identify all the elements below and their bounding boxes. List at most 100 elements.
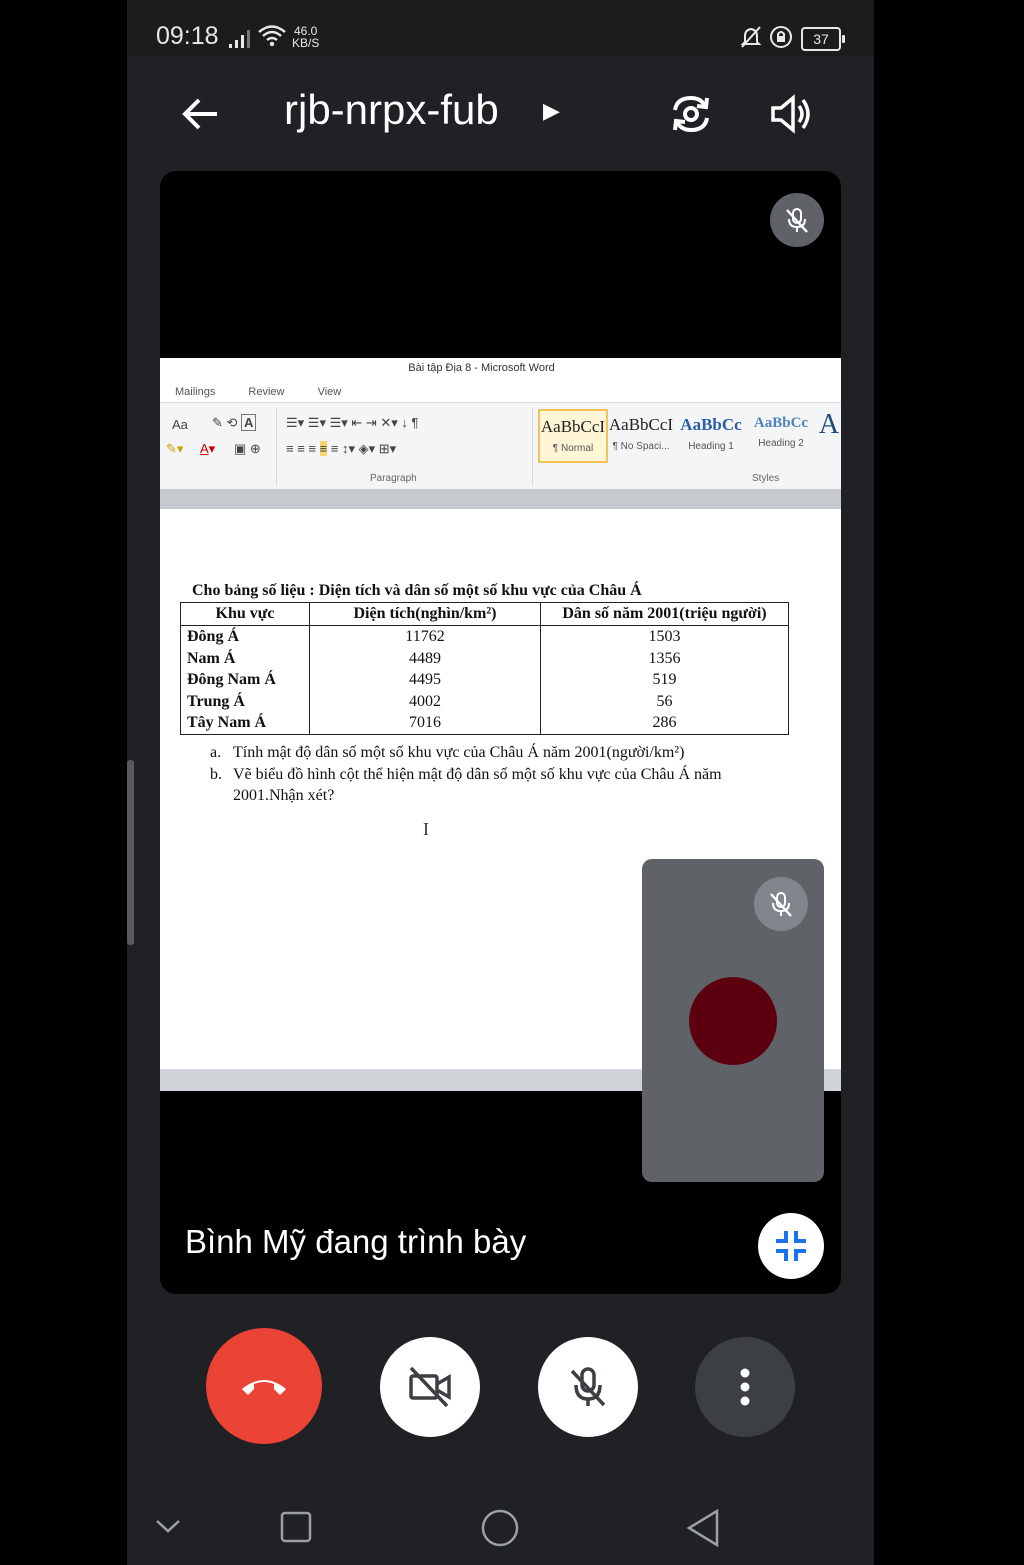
question-b-text-line1: Vẽ biểu đồ hình cột thể hiện mật độ dân … (233, 766, 722, 783)
char-shading-icon[interactable]: ▣ ⊕ (234, 441, 261, 457)
style-sample: AaBbCc (753, 415, 809, 431)
table-cell-population: 1356 (540, 647, 789, 669)
question-b: b. Vẽ biểu đồ hình cột thể hiện mật độ dâ… (210, 766, 722, 784)
tab-review[interactable]: Review (248, 386, 284, 398)
bullets-icon[interactable]: ☰▾ ☰▾ ☰▾ ⇤ ⇥ ✕▾ ↓ ¶ (286, 415, 419, 431)
microphone-toggle-button[interactable] (538, 1337, 638, 1437)
table-cell-region: Đông Nam Á (180, 669, 310, 691)
question-a-label: a. (210, 744, 222, 761)
change-case-button[interactable]: Aa (172, 417, 188, 432)
recents-icon[interactable] (280, 1511, 312, 1547)
home-icon[interactable] (480, 1508, 520, 1552)
clear-format-icon[interactable]: ✎ ⟲ A (212, 414, 257, 431)
table-row: Nam Á 4489 1356 (180, 647, 789, 669)
switch-camera-icon[interactable] (667, 90, 715, 142)
style-sample: A (818, 409, 840, 440)
question-a-text: Tính mật độ dân số một số khu vực của Ch… (233, 744, 685, 761)
table-cell-population: 56 (540, 690, 789, 712)
signal-icon (228, 30, 252, 52)
style-heading-1[interactable]: AaBbCc Heading 1 (678, 409, 744, 459)
status-time: 09:18 (156, 22, 219, 50)
highlight-icon[interactable]: ✎▾ (166, 441, 183, 457)
phone-screen: 09:18 46.0 KB/S 37 rjb-nrpx-fub ▶ Bài tậ… (127, 0, 874, 1565)
hang-up-button[interactable] (206, 1328, 322, 1444)
word-window-title: Bài tập Địa 8 - Microsoft Word (408, 362, 555, 374)
system-nav-bar (127, 1490, 874, 1565)
tab-mailings[interactable]: Mailings (175, 386, 215, 398)
style-no-spacing[interactable]: AaBbCcI ¶ No Spaci... (608, 409, 674, 459)
group-styles-label: Styles (752, 473, 780, 484)
status-bar: 09:18 46.0 KB/S 37 (127, 0, 874, 56)
avatar (689, 977, 777, 1065)
question-b-text-line2: 2001.Nhận xét? (233, 787, 335, 804)
battery-indicator: 37 (801, 27, 845, 51)
table-cell-region: Nam Á (180, 647, 310, 669)
presenter-label: Bình Mỹ đang trình bày (185, 1223, 527, 1260)
table-row: Trung Á 4002 56 (180, 690, 789, 712)
self-mic-off-badge (754, 877, 808, 931)
rotation-lock-icon (769, 25, 793, 53)
table-header-cell: Diện tích(nghìn/km²) (309, 602, 541, 626)
document-heading: Cho bảng số liệu : Diện tích và dân số m… (192, 582, 642, 599)
table-cell-area: 11762 (309, 625, 541, 648)
edge-panel-handle[interactable] (127, 760, 134, 945)
table-cell-population: 286 (540, 712, 789, 735)
mic-off-icon (786, 208, 808, 233)
table-cell-region: Đông Á (180, 625, 310, 648)
meeting-code[interactable]: rjb-nrpx-fub (284, 86, 499, 134)
exit-fullscreen-button[interactable] (758, 1213, 824, 1279)
style-name: ¶ No Spaci... (612, 441, 670, 452)
table-header-cell: Khu vực (180, 602, 310, 626)
style-name: Heading 1 (688, 441, 734, 452)
ruler-area (160, 489, 841, 509)
table-header-cell: Dân số năm 2001(triệu người) (540, 602, 789, 626)
net-speed: 46.0 KB/S (292, 25, 319, 49)
caret-right-icon[interactable]: ▶ (543, 99, 560, 124)
back-arrow-icon[interactable] (179, 92, 223, 136)
align-icons[interactable]: ≡ ≡ ≡ ≡ ≡ ↕▾ ◈▾ ⊞▾ (286, 441, 396, 457)
table-cell-population: 1503 (540, 625, 789, 648)
self-view-tile[interactable] (642, 859, 824, 1182)
data-table: Khu vực Diện tích(nghìn/km²) Dân số năm … (180, 602, 789, 735)
word-ribbon: Aa ✎ ⟲ A ✎▾ A▾ ▣ ⊕ ☰▾ ☰▾ ☰▾ ⇤ ⇥ ✕▾ ↓ ¶ ≡… (160, 402, 841, 490)
style-sample: AaBbCcI (608, 415, 674, 434)
bell-off-icon (739, 25, 763, 53)
table-cell-area: 4002 (309, 690, 541, 712)
ribbon-separator (276, 409, 277, 485)
group-paragraph-label: Paragraph (370, 473, 417, 484)
word-ribbon-tabs: Mailings Review View (175, 386, 371, 398)
table-cell-area: 7016 (309, 712, 541, 735)
collapse-icon (776, 1231, 806, 1261)
table-row: Đông Á 11762 1503 (180, 625, 789, 648)
question-a: a. Tính mật độ dân số một số khu vực của … (210, 744, 684, 762)
camera-toggle-button[interactable] (380, 1337, 480, 1437)
phone-hangup-icon (242, 1380, 286, 1395)
table-cell-region: Trung Á (180, 690, 310, 712)
meeting-top-bar: rjb-nrpx-fub ▶ (127, 56, 874, 166)
font-color-icon[interactable]: A▾ (200, 441, 215, 457)
chevron-down-icon[interactable] (155, 1518, 181, 1538)
table-cell-population: 519 (540, 669, 789, 691)
wifi-icon (257, 24, 287, 52)
more-options-button[interactable] (695, 1337, 795, 1437)
tab-view[interactable]: View (318, 386, 342, 398)
text-cursor-icon: I (423, 819, 429, 839)
table-row: Đông Nam Á 4495 519 (180, 669, 789, 691)
question-b-label: b. (210, 766, 222, 783)
net-speed-unit: KB/S (292, 36, 320, 50)
back-triangle-icon[interactable] (685, 1508, 721, 1552)
style-sample: AaBbCcI (540, 417, 606, 436)
style-normal[interactable]: AaBbCcI ¶ Normal (538, 409, 608, 463)
style-title[interactable]: A (814, 409, 841, 459)
table-row: Tây Nam Á 7016 286 (180, 712, 789, 735)
speaker-icon[interactable] (769, 92, 813, 140)
style-heading-2[interactable]: AaBbCc Heading 2 (748, 409, 814, 459)
style-sample: AaBbCc (680, 415, 742, 434)
mic-off-icon (770, 892, 792, 917)
presenter-mic-off-badge (770, 193, 824, 247)
table-cell-area: 4495 (309, 669, 541, 691)
ribbon-separator (532, 409, 533, 485)
more-vert-icon (740, 1368, 750, 1406)
table-header-row: Khu vực Diện tích(nghìn/km²) Dân số năm … (180, 602, 789, 626)
style-name: ¶ Normal (552, 443, 594, 454)
